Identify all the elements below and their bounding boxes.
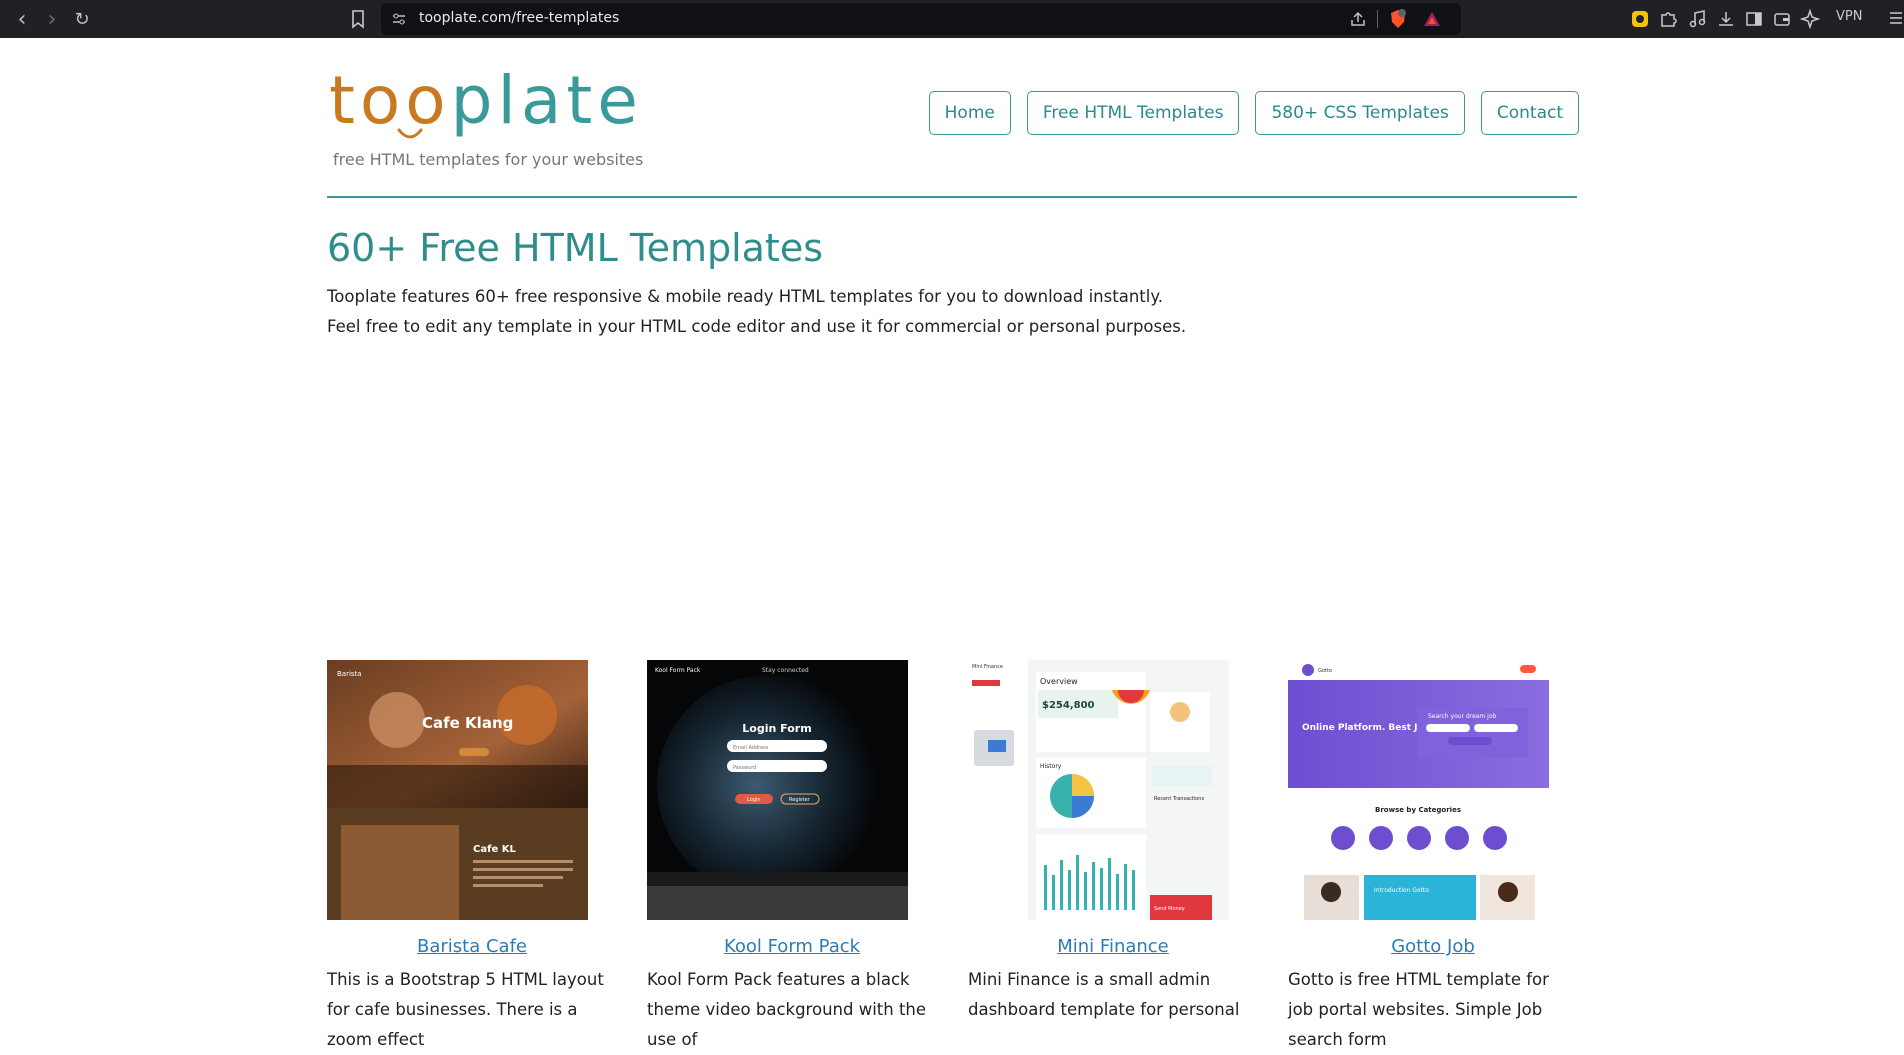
back-icon[interactable]: ‹ <box>8 0 36 38</box>
brave-shields-icon[interactable] <box>1389 9 1407 29</box>
template-card: Mini Finance Overview $254,800 History R… <box>968 660 1258 1025</box>
reload-icon[interactable]: ↻ <box>68 0 96 38</box>
address-bar[interactable]: tooplate.com/free-templates <box>381 3 1461 35</box>
template-thumbnail-barista-cafe[interactable]: Barista Cafe Klang Cafe KL <box>327 660 588 920</box>
preview-field2: Password <box>733 765 756 771</box>
wallet-icon[interactable] <box>1772 9 1792 29</box>
site-tagline: free HTML templates for your websites <box>333 150 644 169</box>
preview-brand: Mini Finance <box>972 664 1003 670</box>
template-card: Kool Form Pack Stay connected Login Form… <box>647 660 937 1055</box>
share-icon[interactable] <box>1349 10 1367 28</box>
nav-css-templates[interactable]: 580+ CSS Templates <box>1255 91 1465 135</box>
page-title: 60+ Free HTML Templates <box>327 226 824 270</box>
preview-amount: $254,800 <box>1042 700 1095 711</box>
bookmark-icon[interactable] <box>350 9 366 29</box>
nav-home[interactable]: Home <box>928 91 1011 135</box>
sidebar-icon[interactable] <box>1744 9 1764 29</box>
template-description: Gotto is free HTML template for job port… <box>1288 970 1549 1049</box>
template-thumbnail-kool-form-pack[interactable]: Kool Form Pack Stay connected Login Form… <box>647 660 908 920</box>
preview-hero: Cafe Klang <box>422 714 513 732</box>
menu-icon[interactable] <box>1888 8 1904 28</box>
preview-btn1: Login <box>747 797 761 803</box>
page-intro: Tooplate features 60+ free responsive & … <box>327 287 1187 336</box>
template-title[interactable]: Mini Finance <box>968 936 1258 957</box>
preview-field1: Email Address <box>733 745 769 751</box>
template-card: Gotto Online Platform. Best Job portal S… <box>1288 660 1578 1055</box>
browser-toolbar: ‹ › ↻ tooplate.com/free-templates VPN <box>0 0 1904 38</box>
preview-brand: Kool Form Pack <box>655 667 701 674</box>
site-logo[interactable]: tooplate <box>329 68 643 134</box>
preview-btn2: Register <box>789 797 811 803</box>
site-settings-icon[interactable] <box>391 11 407 27</box>
vpn-button[interactable]: VPN <box>1836 9 1862 24</box>
preview-brand: Barista <box>337 670 362 678</box>
preview-search: Search your dream job <box>1428 713 1497 720</box>
nav-free-html-templates[interactable]: Free HTML Templates <box>1026 91 1240 135</box>
preview-overview: Overview <box>1040 677 1078 686</box>
extension-icon[interactable] <box>1630 9 1650 29</box>
template-title[interactable]: Barista Cafe <box>327 936 617 957</box>
nav-contact[interactable]: Contact <box>1480 91 1579 135</box>
template-thumbnail-mini-finance[interactable]: Mini Finance Overview $254,800 History R… <box>968 660 1229 920</box>
music-icon[interactable] <box>1688 9 1708 29</box>
logo-part-plate: plate <box>450 62 643 139</box>
template-title[interactable]: Gotto Job <box>1288 936 1578 957</box>
preview-hero: Login Form <box>742 722 811 735</box>
download-icon[interactable] <box>1716 9 1736 29</box>
template-description: This is a Bootstrap 5 HTML layout for ca… <box>327 970 604 1049</box>
preview-section: Cafe KL <box>473 844 516 855</box>
template-description: Mini Finance is a small admin dashboard … <box>968 970 1240 1019</box>
main-nav: Home Free HTML Templates 580+ CSS Templa… <box>928 91 1579 135</box>
template-thumbnail-gotto-job[interactable]: Gotto Online Platform. Best Job portal S… <box>1288 660 1549 920</box>
preview-browse: Browse by Categories <box>1375 806 1461 814</box>
leo-ai-icon[interactable] <box>1800 9 1820 29</box>
preview-intro: Introduction Gotto <box>1374 887 1429 894</box>
template-description: Kool Form Pack features a black theme vi… <box>647 970 927 1049</box>
forward-icon[interactable]: › <box>38 0 66 38</box>
preview-history: History <box>1040 763 1062 770</box>
logo-smile-icon <box>397 128 423 139</box>
preview-brand: Gotto <box>1318 668 1332 674</box>
header-divider <box>327 196 1577 198</box>
preview-top-label: Stay connected <box>762 667 809 674</box>
url-text[interactable]: tooplate.com/free-templates <box>419 10 619 26</box>
preview-send: Send Money <box>1154 906 1185 912</box>
template-card: Barista Cafe Klang Cafe KL Barista Cafe … <box>327 660 617 1055</box>
template-title[interactable]: Kool Form Pack <box>647 936 937 957</box>
puzzle-icon[interactable] <box>1658 9 1678 29</box>
preview-recent: Recent Transactions <box>1154 796 1204 802</box>
rewards-icon[interactable] <box>1423 10 1441 28</box>
url-separator <box>1377 10 1378 28</box>
